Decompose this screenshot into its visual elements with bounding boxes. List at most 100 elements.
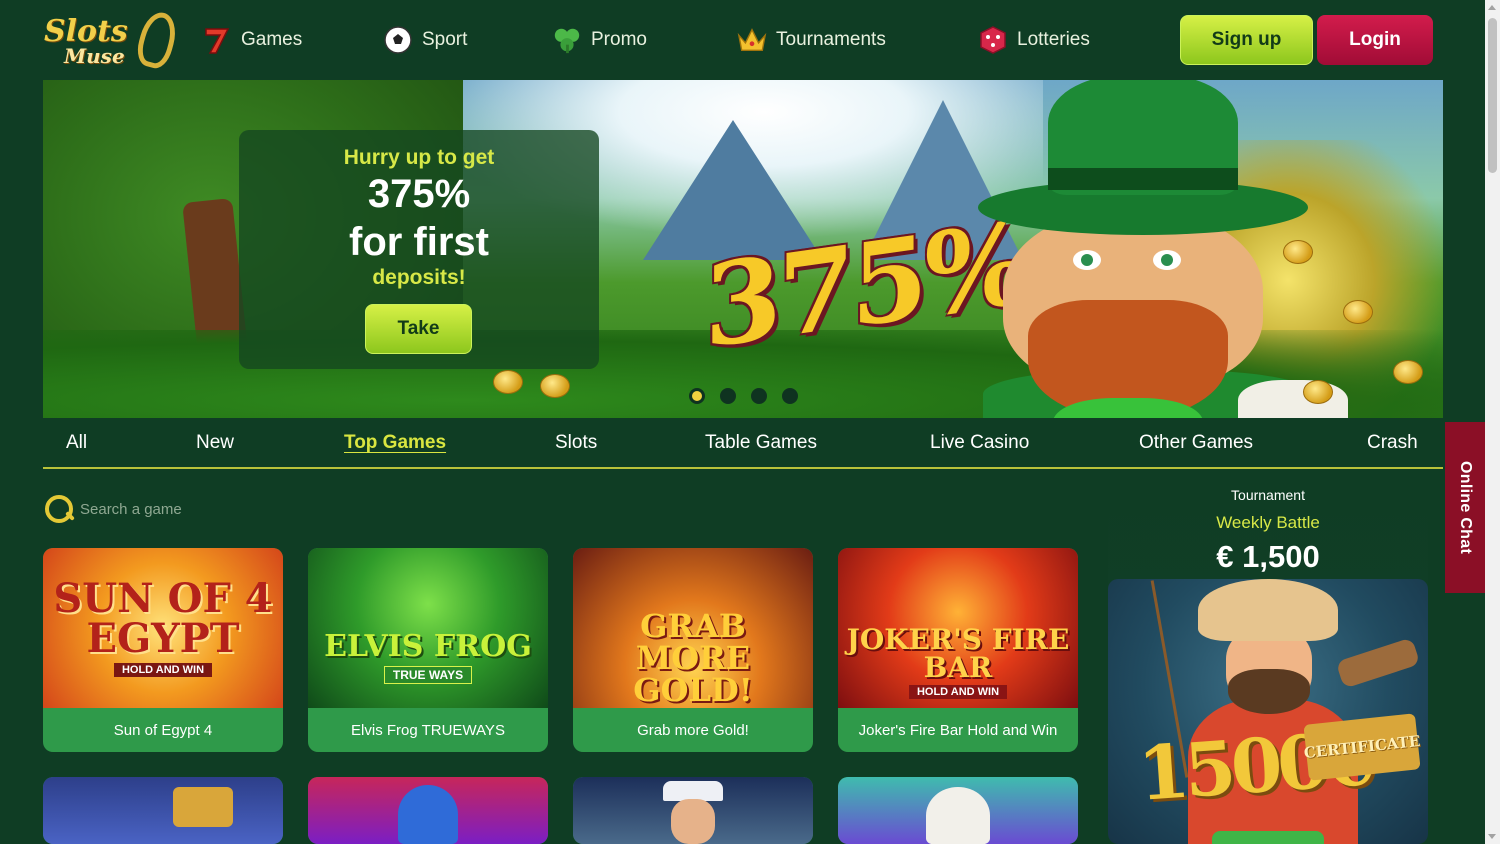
tournament-label: Tournament (1231, 487, 1305, 503)
nav-promo-label: Promo (591, 29, 647, 50)
search-input[interactable] (80, 500, 380, 518)
harp-icon (133, 8, 181, 72)
log-art (1335, 637, 1421, 689)
promo-line-3: for first (349, 220, 489, 264)
game-art-subtitle: TRUE WAYS (383, 666, 473, 684)
gold-coin (1393, 360, 1423, 384)
game-art-subtitle: HOLD AND WIN (113, 662, 213, 677)
game-card[interactable]: ELVIS FROG TRUE WAYS Elvis Frog TRUEWAYS (308, 548, 548, 752)
page-scrollbar[interactable] (1485, 0, 1500, 844)
crown-icon (737, 25, 767, 55)
nav-promo[interactable]: Promo (552, 22, 647, 58)
tab-other-games[interactable]: Other Games (1139, 432, 1253, 454)
gold-coin (1303, 380, 1333, 404)
online-chat-label: Online Chat (1457, 460, 1474, 555)
login-button[interactable]: Login (1317, 15, 1433, 65)
game-thumbnail (838, 777, 1078, 844)
carousel-dot[interactable] (689, 388, 705, 404)
game-search (43, 492, 443, 526)
carousel-dot[interactable] (782, 388, 798, 404)
scroll-down-arrow-icon[interactable] (1488, 834, 1496, 839)
game-thumbnail: JOKER'S FIRE BAR HOLD AND WIN (838, 548, 1078, 708)
game-card[interactable] (308, 777, 548, 844)
tab-all[interactable]: All (66, 432, 87, 454)
leprechaun-hat-band (1048, 168, 1238, 190)
tab-table-games[interactable]: Table Games (705, 432, 817, 454)
captain-hat-art (663, 781, 723, 801)
tab-slots[interactable]: Slots (555, 432, 597, 454)
logo-text-muse: Muse (64, 44, 125, 68)
game-thumbnail (308, 777, 548, 844)
game-title: Joker's Fire Bar Hold and Win (858, 721, 1058, 739)
tournament-image: 1500€ CERTIFICATE (1108, 579, 1428, 844)
game-art-title: JOKER'S FIRE BAR (846, 623, 1070, 684)
game-card[interactable] (838, 777, 1078, 844)
tournament-join-button[interactable] (1212, 831, 1324, 844)
game-thumbnail (573, 777, 813, 844)
site-logo[interactable]: Slots Muse (42, 8, 181, 72)
gold-coin (540, 374, 570, 398)
soccer-ball-icon (383, 25, 413, 55)
tab-live-casino[interactable]: Live Casino (930, 432, 1029, 454)
category-tabs: All New Top Games Slots Table Games Live… (43, 418, 1443, 469)
game-thumbnail: ELVIS FROG TRUE WAYS (308, 548, 548, 708)
tab-crash[interactable]: Crash (1367, 432, 1418, 454)
nav-sport[interactable]: Sport (383, 22, 467, 58)
certificate-art: CERTIFICATE (1303, 713, 1421, 781)
take-bonus-button[interactable]: Take (365, 304, 472, 354)
game-card[interactable] (43, 777, 283, 844)
nav-lotteries-label: Lotteries (1017, 29, 1090, 50)
nav-tournaments[interactable]: Tournaments (737, 22, 886, 58)
game-art-subtitle: HOLD AND WIN (908, 685, 1008, 699)
game-title: Grab more Gold! (637, 721, 749, 739)
game-art-title: SUN OF 4 EGYPT (53, 574, 273, 662)
viking-art (926, 787, 990, 844)
game-card[interactable] (573, 777, 813, 844)
leprechaun-shirt (1238, 380, 1348, 418)
game-thumbnail: SUN OF 4 EGYPT HOLD AND WIN (43, 548, 283, 708)
site-header: Slots Muse Games Sport Promo Tournaments… (0, 0, 1485, 80)
genie-art (398, 785, 458, 844)
carousel-dot[interactable] (720, 388, 736, 404)
clover-icon (552, 25, 582, 55)
search-icon[interactable] (43, 493, 75, 525)
cowboy-hat-art (1198, 579, 1338, 641)
nav-games-label: Games (241, 29, 303, 50)
leprechaun-eye (1073, 250, 1101, 270)
gold-coin (1343, 300, 1373, 324)
game-card[interactable]: JOKER'S FIRE BAR HOLD AND WIN Joker's Fi… (838, 548, 1078, 752)
nav-lotteries[interactable]: Lotteries (978, 22, 1090, 58)
tab-top-games[interactable]: Top Games (344, 432, 446, 454)
game-thumbnail (43, 777, 283, 844)
captain-face-art (671, 799, 715, 844)
promo-line-1: Hurry up to get (343, 146, 495, 169)
signup-button[interactable]: Sign up (1180, 15, 1313, 65)
scrollbar-thumb[interactable] (1488, 18, 1497, 173)
tournament-name: Weekly Battle (1216, 513, 1320, 532)
leprechaun-eye (1153, 250, 1181, 270)
game-card[interactable]: GRAB MORE GOLD! Grab more Gold! (573, 548, 813, 752)
gold-coin (1283, 240, 1313, 264)
dice-icon (978, 25, 1008, 55)
carousel-dot[interactable] (751, 388, 767, 404)
tournament-widget[interactable]: Tournament Weekly Battle € 1,500 1500€ C… (1108, 483, 1428, 844)
tournament-prize: € 1,500 (1216, 539, 1320, 574)
lucky-seven-icon (202, 25, 232, 55)
game-card[interactable]: SUN OF 4 EGYPT HOLD AND WIN Sun of Egypt… (43, 548, 283, 752)
cowboy-beard-art (1228, 669, 1310, 714)
gold-coin (493, 370, 523, 394)
scroll-up-arrow-icon[interactable] (1488, 5, 1496, 10)
game-title: Elvis Frog TRUEWAYS (351, 721, 505, 739)
tab-new[interactable]: New (196, 432, 234, 454)
nav-tournaments-label: Tournaments (776, 29, 886, 50)
carousel-dots (689, 388, 798, 404)
game-thumbnail: GRAB MORE GOLD! (573, 548, 813, 708)
game-art-title: ELVIS FROG (324, 629, 532, 664)
promo-card: Hurry up to get 375% for first deposits!… (239, 130, 599, 369)
game-art-title: GRAB MORE GOLD! (633, 607, 753, 709)
nav-games[interactable]: Games (202, 22, 302, 58)
online-chat-button[interactable]: Online Chat (1445, 422, 1485, 593)
treasure-chest-art (173, 787, 233, 827)
nav-sport-label: Sport (422, 29, 468, 50)
promo-line-2: 375% (367, 172, 471, 216)
